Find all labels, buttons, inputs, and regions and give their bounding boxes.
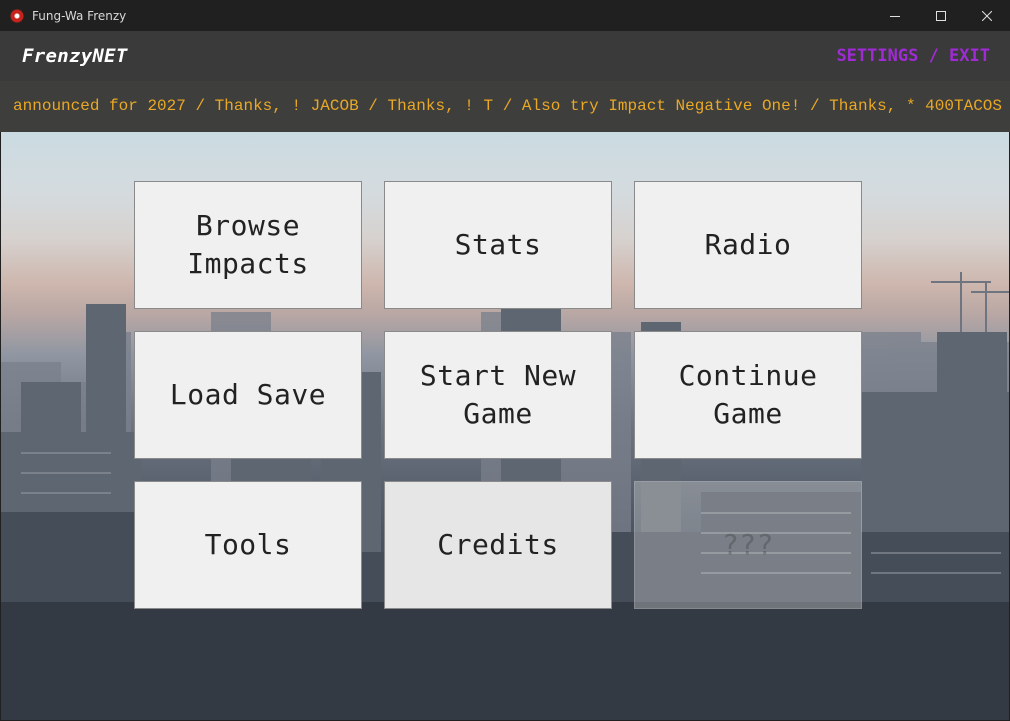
maximize-icon	[936, 10, 946, 21]
credits-button[interactable]: Credits	[384, 481, 612, 609]
browse-impacts-button[interactable]: Browse Impacts	[134, 181, 362, 309]
start-new-game-button[interactable]: Start New Game	[384, 331, 612, 459]
continue-game-button[interactable]: Continue Game	[634, 331, 862, 459]
app-window: Fung-Wa Frenzy FrenzyNET SETTINGS / EXIT…	[0, 0, 1010, 721]
brand-title: FrenzyNET	[22, 45, 128, 67]
header-separator: /	[918, 46, 950, 66]
ticker-text: announced for 2027 / Thanks, ! JACOB / T…	[13, 97, 1002, 115]
locked-button: ???	[634, 481, 862, 609]
exit-link[interactable]: EXIT	[949, 46, 990, 66]
maximize-button[interactable]	[918, 0, 964, 31]
tools-button[interactable]: Tools	[134, 481, 362, 609]
window-controls	[872, 0, 1010, 31]
news-ticker: announced for 2027 / Thanks, ! JACOB / T…	[0, 81, 1010, 132]
stats-button[interactable]: Stats	[384, 181, 612, 309]
window-title: Fung-Wa Frenzy	[32, 8, 127, 23]
settings-link[interactable]: SETTINGS	[836, 46, 918, 66]
minimize-button[interactable]	[872, 0, 918, 31]
load-save-button[interactable]: Load Save	[134, 331, 362, 459]
close-icon	[982, 10, 992, 21]
minimize-icon	[890, 15, 900, 17]
close-button[interactable]	[964, 0, 1010, 31]
app-icon	[9, 7, 25, 24]
window-titlebar[interactable]: Fung-Wa Frenzy	[0, 0, 1010, 31]
radio-button[interactable]: Radio	[634, 181, 862, 309]
header-links: SETTINGS / EXIT	[836, 46, 990, 66]
app-header: FrenzyNET SETTINGS / EXIT	[0, 31, 1010, 81]
